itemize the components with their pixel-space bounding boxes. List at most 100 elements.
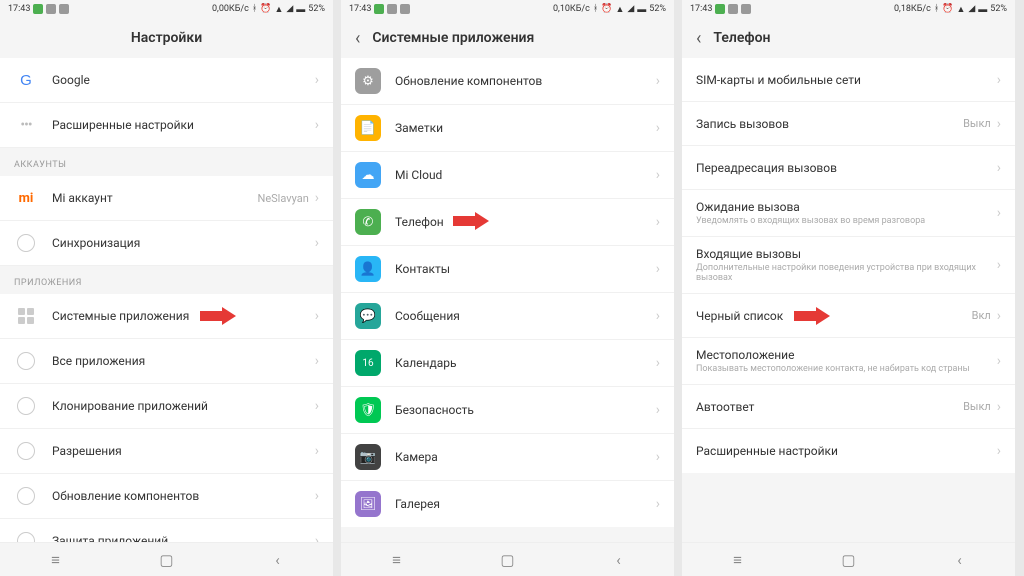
row-label: Синхронизация (52, 236, 315, 250)
row-mi-account[interactable]: mi Mi аккаунт NeSlavyan › (0, 176, 333, 221)
phone-settings-list[interactable]: SIM-карты и мобильные сети › Запись вызо… (682, 58, 1015, 542)
row-sublabel: Показывать местоположение контакта, не н… (696, 364, 997, 374)
row-value: Вкл (972, 309, 991, 322)
chevron-right-icon: › (997, 353, 1001, 369)
row-sim[interactable]: SIM-карты и мобильные сети › (682, 58, 1015, 102)
chevron-right-icon: › (656, 496, 660, 512)
row-advanced[interactable]: ••• Расширенные настройки › (0, 103, 333, 148)
row-value: Выкл (963, 400, 991, 413)
section-apps-title: ПРИЛОЖЕНИЯ (0, 266, 333, 294)
chevron-right-icon: › (997, 72, 1001, 88)
battery-percent: 52% (649, 4, 666, 14)
nav-back-button[interactable]: ‹ (248, 551, 308, 569)
row-label: Камера (395, 450, 656, 464)
shield-icon: 🛡 (355, 397, 381, 423)
row-incoming[interactable]: Входящие вызовы Дополнительные настройки… (682, 237, 1015, 294)
permissions-icon (14, 439, 38, 463)
alarm-icon: ⏰ (260, 4, 271, 14)
bluetooth-icon: ᚼ (252, 4, 257, 14)
row-gallery[interactable]: 🖼 Галерея › (341, 481, 674, 527)
row-components-update[interactable]: ⚙ Обновление компонентов › (341, 58, 674, 105)
row-value: NeSlavyan (257, 192, 308, 205)
chevron-right-icon: › (656, 402, 660, 418)
gallery-icon: 🖼 (355, 491, 381, 517)
system-apps-list[interactable]: ⚙ Обновление компонентов › 📄 Заметки › ☁… (341, 58, 674, 542)
row-google[interactable]: G Google › (0, 58, 333, 103)
sync-icon (14, 231, 38, 255)
nav-recents-button[interactable]: ≡ (26, 551, 86, 569)
row-forwarding[interactable]: Переадресация вызовов › (682, 146, 1015, 190)
row-camera[interactable]: 📷 Камера › (341, 434, 674, 481)
wifi-icon: ▲ (956, 4, 965, 15)
section-accounts-title: АККАУНТЫ (0, 148, 333, 176)
chevron-right-icon: › (315, 398, 319, 414)
row-location[interactable]: Местоположение Показывать местоположение… (682, 338, 1015, 385)
status-speed: 0,10КБ/с (553, 4, 590, 14)
row-permissions[interactable]: Разрешения › (0, 429, 333, 474)
settings-list[interactable]: G Google › ••• Расширенные настройки › А… (0, 58, 333, 542)
back-button[interactable]: ‹ (355, 28, 360, 49)
components-icon (14, 484, 38, 508)
row-clone-apps[interactable]: Клонирование приложений › (0, 384, 333, 429)
status-app-icon (46, 4, 56, 14)
row-label: Разрешения (52, 444, 315, 458)
nav-back-button[interactable]: ‹ (930, 551, 990, 569)
row-messages[interactable]: 💬 Сообщения › (341, 293, 674, 340)
header: Настройки (0, 18, 333, 58)
row-call-waiting[interactable]: Ожидание вызова Уведомлять о входящих вы… (682, 190, 1015, 237)
status-app-icon (728, 4, 738, 14)
nav-back-button[interactable]: ‹ (589, 551, 649, 569)
row-contacts[interactable]: 👤 Контакты › (341, 246, 674, 293)
row-label: Обновление компонентов (52, 489, 315, 503)
row-notes[interactable]: 📄 Заметки › (341, 105, 674, 152)
calendar-icon: 16 (355, 350, 381, 376)
nav-recents-button[interactable]: ≡ (367, 551, 427, 569)
signal-icon: ◢ (968, 4, 975, 14)
nav-home-button[interactable]: ▢ (478, 551, 538, 569)
row-sync[interactable]: Синхронизация › (0, 221, 333, 266)
chevron-right-icon: › (315, 488, 319, 504)
row-label: Сообщения (395, 309, 656, 323)
nav-home-button[interactable]: ▢ (137, 551, 197, 569)
chevron-right-icon: › (656, 120, 660, 136)
row-label: Все приложения (52, 354, 315, 368)
row-components[interactable]: Обновление компонентов › (0, 474, 333, 519)
row-phone[interactable]: ✆ Телефон › (341, 199, 674, 246)
row-label: Ожидание вызова (696, 200, 997, 214)
bluetooth-icon: ᚼ (593, 4, 598, 14)
row-label: Mi Cloud (395, 168, 656, 182)
row-blacklist[interactable]: Черный список Вкл › (682, 294, 1015, 338)
row-label: Расширенные настройки (696, 444, 997, 458)
row-calendar[interactable]: 16 Календарь › (341, 340, 674, 387)
header: ‹ Телефон (682, 18, 1015, 58)
row-all-apps[interactable]: Все приложения › (0, 339, 333, 384)
row-label: Черный список (696, 309, 972, 323)
row-autoanswer[interactable]: Автоответ Выкл › (682, 385, 1015, 429)
row-system-apps[interactable]: Системные приложения › (0, 294, 333, 339)
row-security[interactable]: 🛡 Безопасность › (341, 387, 674, 434)
row-app-protection[interactable]: Защита приложений › (0, 519, 333, 542)
row-micloud[interactable]: ☁ Mi Cloud › (341, 152, 674, 199)
row-label: SIM-карты и мобильные сети (696, 73, 997, 87)
clone-icon (14, 394, 38, 418)
back-button[interactable]: ‹ (696, 28, 701, 49)
gear-icon: ⚙ (355, 68, 381, 94)
chevron-right-icon: › (656, 261, 660, 277)
status-app-icon (59, 4, 69, 14)
row-advanced[interactable]: Расширенные настройки › (682, 429, 1015, 473)
chevron-right-icon: › (656, 167, 660, 183)
nav-recents-button[interactable]: ≡ (708, 551, 768, 569)
row-call-recording[interactable]: Запись вызовов Выкл › (682, 102, 1015, 146)
chevron-right-icon: › (315, 533, 319, 542)
row-label: Календарь (395, 356, 656, 370)
row-label: Безопасность (395, 403, 656, 417)
circle-icon (14, 349, 38, 373)
row-label: Местоположение (696, 348, 997, 362)
page-title: Системные приложения (372, 30, 534, 46)
nav-home-button[interactable]: ▢ (819, 551, 879, 569)
messages-icon: 💬 (355, 303, 381, 329)
status-app-icon (741, 4, 751, 14)
screenshot-panel-2: 17:43 0,10КБ/с ᚼ ⏰ ▲ ◢ ▬ 52% ‹ Системные… (341, 0, 674, 576)
chevron-right-icon: › (997, 399, 1001, 415)
status-app-icon (715, 4, 725, 14)
